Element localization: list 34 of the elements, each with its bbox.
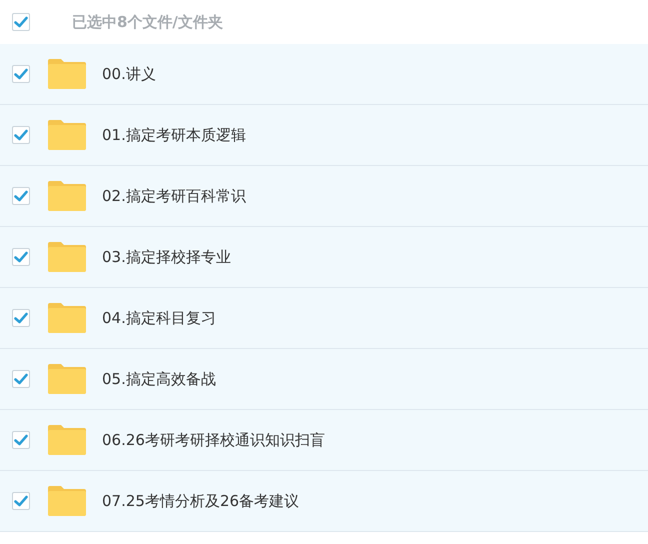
file-row[interactable]: 04.搞定科目复习 (0, 288, 648, 349)
folder-icon (48, 242, 86, 272)
checkbox[interactable] (12, 309, 30, 327)
file-row[interactable]: 02.搞定考研百科常识 (0, 166, 648, 227)
file-row[interactable]: 00.讲义 (0, 44, 648, 105)
checkbox[interactable] (12, 248, 30, 266)
checkbox[interactable] (12, 65, 30, 83)
checkbox[interactable] (12, 431, 30, 449)
checkbox[interactable] (12, 126, 30, 144)
folder-icon (48, 303, 86, 333)
file-row[interactable]: 07.25考情分析及26备考建议 (0, 471, 648, 532)
folder-icon (48, 364, 86, 394)
folder-name: 05.搞定高效备战 (102, 370, 216, 388)
file-row[interactable]: 06.26考研考研择校通识知识扫盲 (0, 410, 648, 471)
checkbox[interactable] (12, 13, 30, 31)
folder-icon (48, 59, 86, 89)
folder-name: 03.搞定择校择专业 (102, 248, 231, 266)
file-row[interactable]: 01.搞定考研本质逻辑 (0, 105, 648, 166)
file-row[interactable]: 05.搞定高效备战 (0, 349, 648, 410)
folder-icon (48, 425, 86, 455)
folder-icon (48, 486, 86, 516)
folder-name: 01.搞定考研本质逻辑 (102, 126, 246, 144)
checkbox[interactable] (12, 187, 30, 205)
folder-icon (48, 120, 86, 150)
folder-name: 07.25考情分析及26备考建议 (102, 492, 300, 510)
folder-name: 04.搞定科目复习 (102, 308, 216, 328)
checkbox[interactable] (12, 492, 30, 510)
folder-icon (48, 181, 86, 211)
folder-name: 00.讲义 (102, 64, 156, 84)
folder-name: 06.26考研考研择校通识知识扫盲 (102, 430, 325, 450)
file-row[interactable]: 03.搞定择校择专业 (0, 227, 648, 288)
selection-count: 已选中8个文件/文件夹 (72, 12, 223, 32)
checkbox[interactable] (12, 370, 30, 388)
folder-name: 02.搞定考研百科常识 (102, 186, 246, 206)
